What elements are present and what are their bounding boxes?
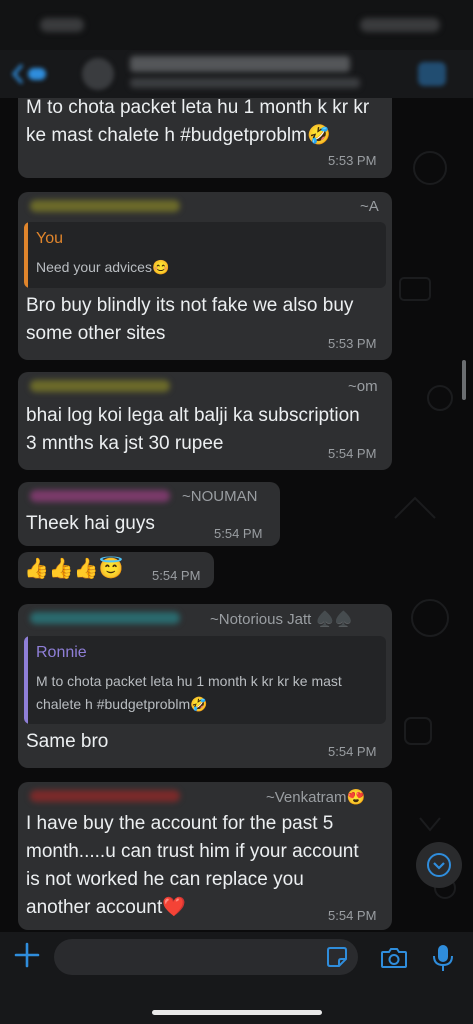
sender-handle: ~Venkatram😍 <box>266 789 366 806</box>
quote-author: You <box>36 230 63 247</box>
message-text: M to chota packet leta hu 1 month k kr k… <box>26 98 370 118</box>
message-text: 3 mnths ka jst 30 rupee <box>26 433 224 454</box>
message-time: 5:54 PM <box>328 446 377 461</box>
message-time: 5:53 PM <box>328 336 377 351</box>
group-name-blurred[interactable] <box>130 56 350 72</box>
phone-icon[interactable] <box>418 62 446 86</box>
status-icons-blurred <box>360 18 440 32</box>
sender-phone-blurred <box>30 790 180 802</box>
quoted-message[interactable]: Ronnie M to chota packet leta hu 1 month… <box>24 636 386 724</box>
message-text: is not worked he can replace you <box>26 869 304 890</box>
quote-bar <box>24 222 28 288</box>
status-bar <box>0 0 473 50</box>
message-time: 5:54 PM <box>328 908 377 923</box>
message-text: I have buy the account for the past 5 <box>26 813 334 834</box>
chevron-down-icon <box>427 853 451 877</box>
group-avatar[interactable] <box>82 58 114 90</box>
quote-text: Need your advices😊 <box>36 259 170 275</box>
message-bubble[interactable]: 👍👍👍😇 5:54 PM <box>18 552 214 588</box>
sender-handle: ~A <box>360 198 379 215</box>
compose-bar <box>0 932 473 1024</box>
message-time: 5:54 PM <box>152 568 201 583</box>
message-text: another account❤️ <box>26 897 186 918</box>
plus-icon[interactable] <box>14 942 40 968</box>
home-indicator <box>152 1010 322 1015</box>
message-time: 5:53 PM <box>328 153 377 168</box>
chat-header <box>0 50 473 98</box>
sender-handle: ~NOUMAN <box>182 488 258 505</box>
chat-area[interactable]: M to chota packet leta hu 1 month k kr k… <box>0 98 473 932</box>
sender-handle: ~Notorious Jatt ♠️♠️ <box>210 611 353 628</box>
message-bubble[interactable]: ~om bhai log koi lega alt balji ka subsc… <box>18 372 392 470</box>
quoted-message[interactable]: You Need your advices😊 <box>24 222 386 288</box>
sender-phone-blurred <box>30 612 180 624</box>
message-bubble[interactable]: ~NOUMAN Theek hai guys 5:54 PM <box>18 482 280 546</box>
scrollbar[interactable] <box>462 360 466 400</box>
message-time: 5:54 PM <box>328 744 377 759</box>
message-text: bhai log koi lega alt balji ka subscript… <box>26 405 360 426</box>
microphone-icon[interactable] <box>432 944 454 972</box>
message-bubble[interactable]: ~A You Need your advices😊 Bro buy blindl… <box>18 192 392 360</box>
message-bubble[interactable]: ~Notorious Jatt ♠️♠️ Ronnie M to chota p… <box>18 604 392 768</box>
quote-bar <box>24 636 28 724</box>
quote-author: Ronnie <box>36 644 87 661</box>
camera-icon[interactable] <box>380 946 408 970</box>
sender-phone-blurred <box>30 200 180 212</box>
message-bubble[interactable]: M to chota packet leta hu 1 month k kr k… <box>18 98 392 178</box>
message-time: 5:54 PM <box>214 526 263 541</box>
sender-phone-blurred <box>30 380 170 392</box>
status-time-blurred <box>40 18 84 32</box>
group-members-blurred <box>130 78 360 88</box>
message-text: ke mast chalete h #budgetproblm🤣 <box>26 125 331 146</box>
quote-text: chalete h #budgetproblm🤣 <box>36 696 208 712</box>
message-text: some other sites <box>26 323 166 344</box>
message-text: Theek hai guys <box>26 513 155 534</box>
message-input[interactable] <box>54 939 358 975</box>
sticker-icon[interactable] <box>326 946 348 968</box>
chevron-left-icon <box>11 64 46 84</box>
sender-phone-blurred <box>30 490 170 502</box>
message-text: 👍👍👍😇 <box>24 558 124 580</box>
scroll-to-bottom-button[interactable] <box>416 842 462 888</box>
sender-handle: ~om <box>348 378 378 395</box>
back-button[interactable] <box>10 62 50 92</box>
message-text: Same bro <box>26 731 109 752</box>
quote-text: M to chota packet leta hu 1 month k kr k… <box>36 673 342 689</box>
message-text: Bro buy blindly its not fake we also buy <box>26 295 354 316</box>
message-text: month.....u can trust him if your accoun… <box>26 841 359 862</box>
message-bubble[interactable]: ~Venkatram😍 I have buy the account for t… <box>18 782 392 930</box>
